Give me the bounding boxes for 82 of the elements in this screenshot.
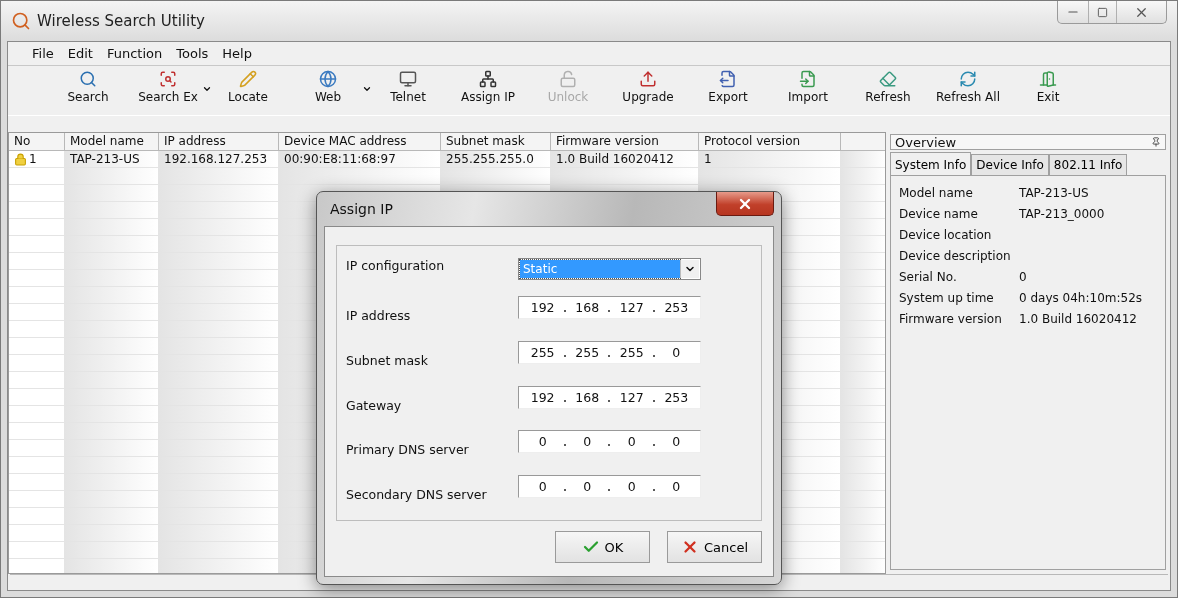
column-header[interactable]: Firmware version <box>551 133 699 151</box>
info-label: Serial No. <box>899 270 958 284</box>
info-value: 0 <box>1019 270 1028 284</box>
ip-address-field[interactable]: 192 168 127 253 <box>518 385 701 409</box>
magnifier-icon <box>159 70 177 88</box>
toolbar-button[interactable]: Exit <box>1008 70 1088 104</box>
field-label: Primary DNS server <box>346 442 470 458</box>
info-label: Device location <box>899 228 993 242</box>
toolbar-button[interactable]: Upgrade <box>608 70 688 104</box>
panel-title: Overview <box>895 134 957 150</box>
refresh-icon <box>959 70 977 88</box>
info-label: Device description <box>899 249 1012 263</box>
unlock-icon <box>559 70 577 88</box>
caret-icon[interactable] <box>202 84 212 94</box>
menu-item[interactable]: File <box>30 46 56 61</box>
field-label: IP address <box>346 307 412 323</box>
close-button[interactable] <box>716 192 774 216</box>
file-export-icon <box>719 70 737 88</box>
toolbar-button[interactable]: Import <box>768 70 848 104</box>
pin-icon[interactable] <box>1151 137 1161 147</box>
toolbar-button[interactable]: Telnet <box>368 70 448 104</box>
cancel-button[interactable]: Cancel <box>667 531 762 563</box>
caret-icon[interactable] <box>362 84 372 94</box>
dialog-title: Assign IP <box>330 201 393 217</box>
toolbar-button[interactable]: Web <box>288 70 368 104</box>
toolbar-button[interactable]: Assign IP <box>448 70 528 104</box>
door-icon <box>1039 70 1057 88</box>
field-label: Gateway <box>346 397 403 413</box>
toolbar-button[interactable]: Export <box>688 70 768 104</box>
column-header[interactable]: IP address <box>159 133 279 151</box>
search-icon <box>79 70 97 88</box>
info-label: Device name <box>899 207 979 221</box>
menu-item[interactable]: Tools <box>174 46 211 61</box>
column-header[interactable]: Subnet mask <box>441 133 551 151</box>
column-header[interactable]: Protocol version <box>699 133 841 151</box>
ip-address-field[interactable]: 192 168 127 253 <box>518 295 701 319</box>
menu-item[interactable]: Edit <box>65 46 95 61</box>
table-cell: 1.0 Build 16020412 <box>551 151 699 168</box>
ip-address-field[interactable]: 0 0 0 0 <box>518 430 701 454</box>
info-label: System up time <box>899 291 995 305</box>
pencil-icon <box>239 70 257 88</box>
table-cell: TAP-213-US <box>65 151 159 168</box>
tab[interactable]: System Info <box>890 152 972 176</box>
tab[interactable]: Device Info <box>971 154 1049 176</box>
menu-item[interactable]: Help <box>220 46 254 61</box>
globe-icon <box>319 70 337 88</box>
ok-button[interactable]: OK <box>555 531 650 563</box>
column-header[interactable]: No <box>9 133 65 151</box>
column-header[interactable]: Device MAC address <box>279 133 441 151</box>
info-value: 0 days 04h:10m:52s <box>1019 291 1144 305</box>
info-label: Firmware version <box>899 312 1003 326</box>
ip-address-field[interactable]: 255 255 255 0 <box>518 340 701 364</box>
toolbar-button[interactable]: Refresh <box>848 70 928 104</box>
info-value: TAP-213-US <box>1019 186 1090 200</box>
table-cell: 1 <box>699 151 841 168</box>
info-label: Model name <box>899 186 974 200</box>
toolbar-button[interactable]: Search <box>48 70 128 104</box>
field-label: IP configuration <box>346 258 446 273</box>
field-label: Secondary DNS server <box>346 487 488 503</box>
file-import-icon <box>799 70 817 88</box>
table-cell: 00:90:E8:11:68:97 <box>279 151 441 168</box>
menu-item[interactable]: Function <box>104 46 165 61</box>
toolbar-button[interactable]: Refresh All <box>928 70 1008 104</box>
monitor-icon <box>399 70 417 88</box>
window-title: Wireless Search Utility <box>37 12 205 30</box>
info-value: 1.0 Build 16020412 <box>1019 312 1138 326</box>
toolbar-button[interactable]: Search Ex <box>128 70 208 104</box>
lock-icon <box>14 152 27 166</box>
column-header[interactable]: Model name <box>65 133 159 151</box>
network-icon <box>479 70 497 88</box>
toolbar-button[interactable]: Locate <box>208 70 288 104</box>
table-cell: 255.255.255.0 <box>441 151 551 168</box>
ip-address-field[interactable]: 0 0 0 0 <box>518 475 701 499</box>
tab[interactable]: 802.11 Info <box>1048 154 1128 176</box>
info-value: TAP-213_0000 <box>1019 207 1106 221</box>
eraser-icon <box>879 70 897 88</box>
app-magnifier-icon <box>11 11 31 31</box>
table-cell: 1 <box>9 151 65 168</box>
field-label: Subnet mask <box>346 352 429 368</box>
table-cell: 192.168.127.253 <box>159 151 279 168</box>
upload-icon <box>639 70 657 88</box>
maximize-icon <box>1097 6 1108 18</box>
